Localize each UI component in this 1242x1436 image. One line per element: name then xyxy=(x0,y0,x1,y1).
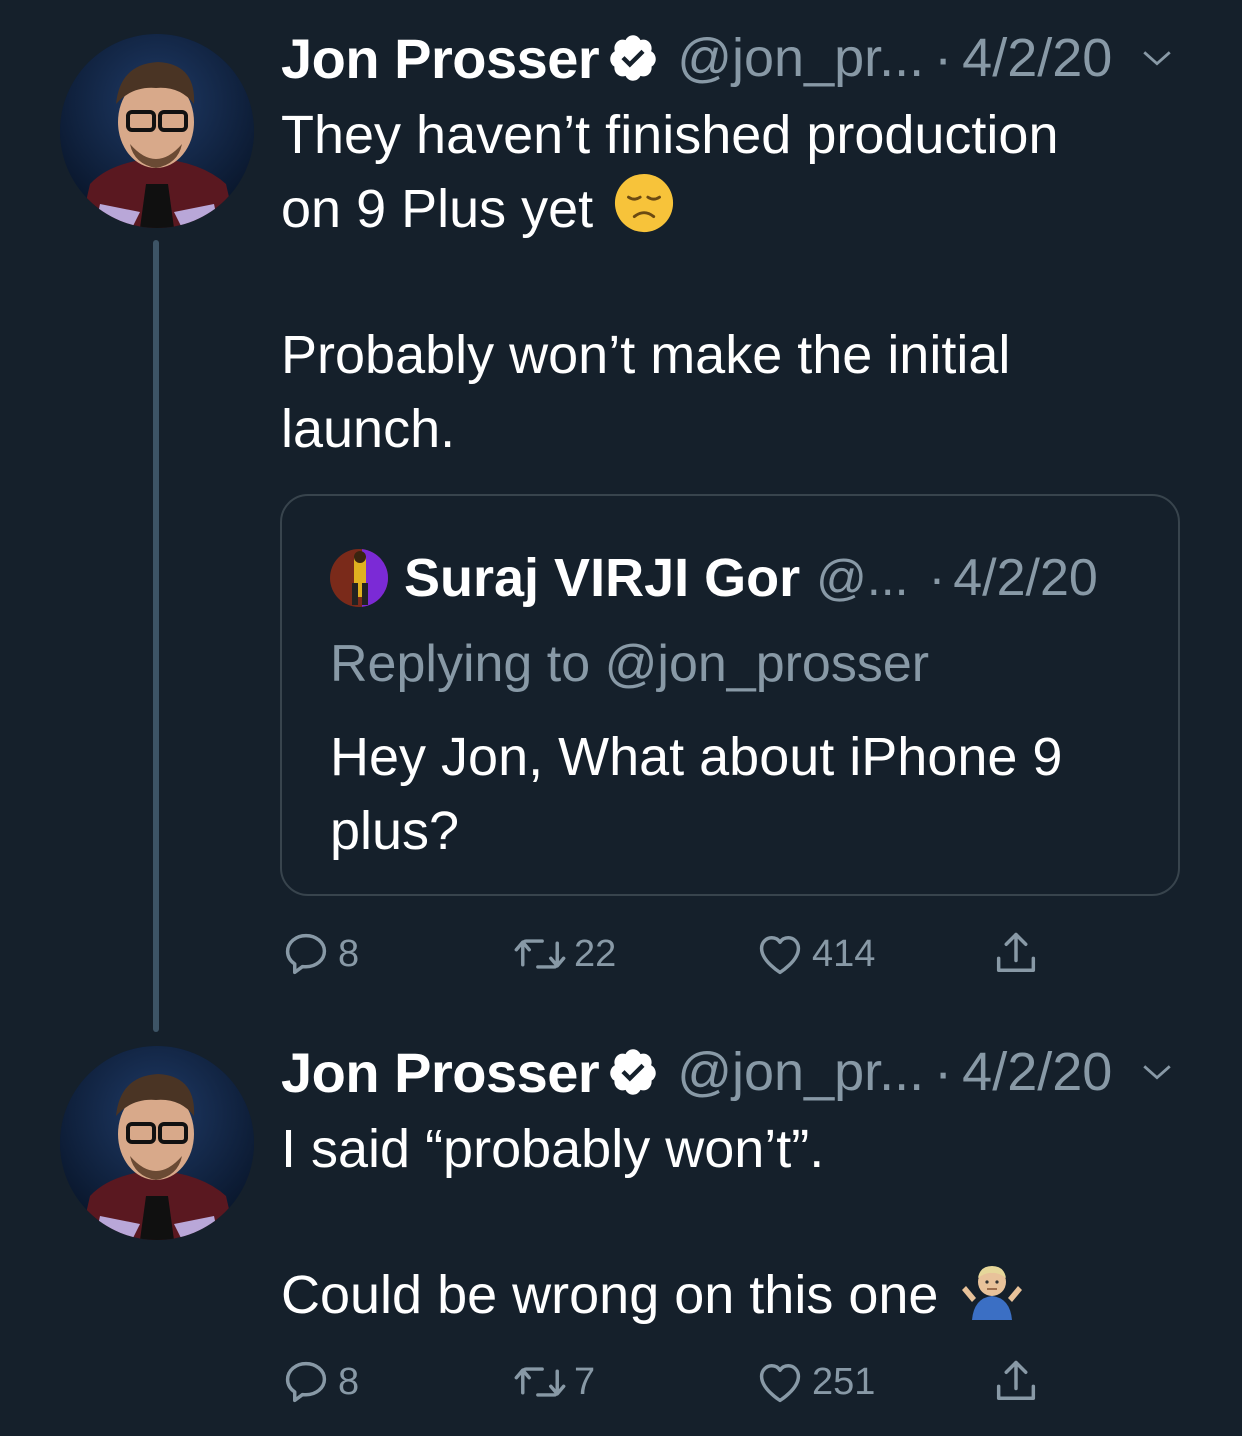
person-shrugging-icon xyxy=(958,1258,1026,1339)
quoted-tweet-header: Suraj VIRJI Gor @... · 4/2/20 xyxy=(330,546,1098,610)
chevron-down-icon[interactable] xyxy=(1140,1055,1174,1089)
tweet-actions: 8 7 251 xyxy=(280,1352,1060,1412)
retweet-button[interactable]: 7 xyxy=(512,1352,595,1412)
tweet-text-fragment: on 9 Plus yet xyxy=(281,179,594,239)
reply-button[interactable]: 8 xyxy=(280,1352,359,1412)
chevron-down-icon[interactable] xyxy=(1140,41,1174,75)
heart-icon xyxy=(759,936,801,975)
author-handle[interactable]: @jon_pr... xyxy=(677,1041,924,1103)
author-name[interactable]: Jon Prosser xyxy=(281,26,600,91)
quoted-tweet-date: 4/2/20 xyxy=(953,549,1098,607)
verified-badge-icon xyxy=(607,1046,659,1098)
author-handle[interactable]: @jon_pr... xyxy=(677,27,924,89)
like-button[interactable]: 251 xyxy=(754,1352,875,1412)
separator-dot: · xyxy=(934,28,953,88)
tweet-date[interactable]: 4/2/20 xyxy=(962,1041,1112,1103)
tweet-text-fragment: Could be wrong on this one xyxy=(281,1265,939,1325)
avatar[interactable] xyxy=(60,34,254,228)
reply-icon xyxy=(285,1361,327,1403)
quoted-avatar xyxy=(330,549,388,607)
share-icon xyxy=(996,1360,1036,1400)
tweet-text-line: Probably won’t make the initial xyxy=(281,325,1011,385)
reply-icon xyxy=(285,933,327,975)
replying-to: Replying to @jon_prosser xyxy=(330,635,930,693)
retweet-count: 7 xyxy=(574,1360,596,1403)
tweet-header: Jon Prosser @jon_pr... · 4/2/20 xyxy=(281,26,1201,91)
quoted-author-name[interactable]: Suraj VIRJI Gor xyxy=(404,547,800,609)
quoted-tweet[interactable]: Suraj VIRJI Gor @... · 4/2/20 Replying t… xyxy=(280,494,1180,896)
tweet-text-line: I said “probably won’t”. xyxy=(281,1119,825,1179)
tweet-text-line: on 9 Plus yet xyxy=(281,172,1181,253)
separator-dot: · xyxy=(934,1042,953,1102)
thread-line xyxy=(153,240,159,1032)
separator-dot: · xyxy=(928,550,946,606)
tweet-header: Jon Prosser @jon_pr... · 4/2/20 xyxy=(281,1040,1201,1105)
tweet[interactable]: Jon Prosser @jon_pr... · 4/2/20 They hav… xyxy=(0,0,1242,1032)
tweet-text-line: They haven’t finished production xyxy=(281,105,1059,165)
quoted-author-handle[interactable]: @... xyxy=(816,549,908,607)
reply-button[interactable]: 8 xyxy=(280,924,359,984)
tweet-actions: 8 22 414 xyxy=(280,924,1060,984)
reply-count: 8 xyxy=(338,932,360,975)
tweet[interactable]: Jon Prosser @jon_pr... · 4/2/20 I said “… xyxy=(0,1030,1242,1436)
author-name[interactable]: Jon Prosser xyxy=(281,1040,600,1105)
disappointed-face-icon xyxy=(613,172,675,253)
tweet-text-line: Could be wrong on this one xyxy=(281,1258,1181,1339)
retweet-icon xyxy=(514,939,566,969)
heart-icon xyxy=(759,1364,801,1403)
quoted-text-line: Hey Jon, What about iPhone 9 xyxy=(330,727,1063,787)
like-count: 414 xyxy=(812,932,876,975)
verified-badge-icon xyxy=(607,32,659,84)
quoted-text-line: plus? xyxy=(330,801,460,861)
tweet-text-line: launch. xyxy=(281,399,456,459)
share-button[interactable] xyxy=(990,924,1042,984)
reply-count: 8 xyxy=(338,1360,360,1403)
share-icon xyxy=(996,932,1036,972)
like-count: 251 xyxy=(812,1360,876,1403)
retweet-count: 22 xyxy=(574,932,617,975)
tweet-date[interactable]: 4/2/20 xyxy=(962,27,1112,89)
like-button[interactable]: 414 xyxy=(754,924,875,984)
share-button[interactable] xyxy=(990,1352,1042,1412)
retweet-icon xyxy=(514,1367,566,1397)
avatar[interactable] xyxy=(60,1046,254,1240)
retweet-button[interactable]: 22 xyxy=(512,924,616,984)
